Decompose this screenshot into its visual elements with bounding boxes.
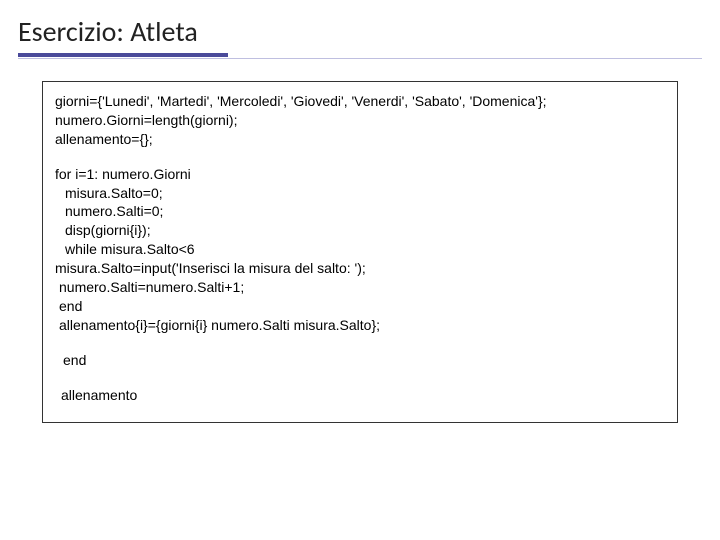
code-block-init: giorni={'Lunedi', 'Martedi', 'Mercoledi'…: [55, 92, 665, 149]
code-line: for i=1: numero.Giorni: [55, 165, 665, 184]
page-title: Esercizio: Atleta: [18, 14, 702, 49]
code-line: numero.Giorni=length(giorni);: [55, 111, 665, 130]
code-line: numero.Salti=0;: [55, 202, 665, 221]
slide: Esercizio: Atleta giorni={'Lunedi', 'Mar…: [0, 0, 720, 423]
code-line: while misura.Salto<6: [55, 240, 665, 259]
code-line: allenamento={};: [55, 130, 665, 149]
code-line: allenamento: [55, 386, 665, 405]
code-line: end: [55, 351, 665, 370]
code-block-loop: for i=1: numero.Giorni misura.Salto=0; n…: [55, 165, 665, 335]
thick-line: [18, 53, 228, 57]
code-line: numero.Salti=numero.Salti+1;: [55, 278, 665, 297]
code-line: misura.Salto=0;: [55, 184, 665, 203]
title-underline: [18, 53, 702, 59]
code-box: giorni={'Lunedi', 'Martedi', 'Mercoledi'…: [42, 81, 678, 423]
code-line: giorni={'Lunedi', 'Martedi', 'Mercoledi'…: [55, 92, 665, 111]
code-line: end: [55, 297, 665, 316]
thin-line: [18, 58, 702, 59]
code-line: misura.Salto=input('Inserisci la misura …: [55, 259, 665, 278]
code-line: disp(giorni{i});: [55, 221, 665, 240]
code-line: allenamento{i}={giorni{i} numero.Salti m…: [55, 316, 665, 335]
